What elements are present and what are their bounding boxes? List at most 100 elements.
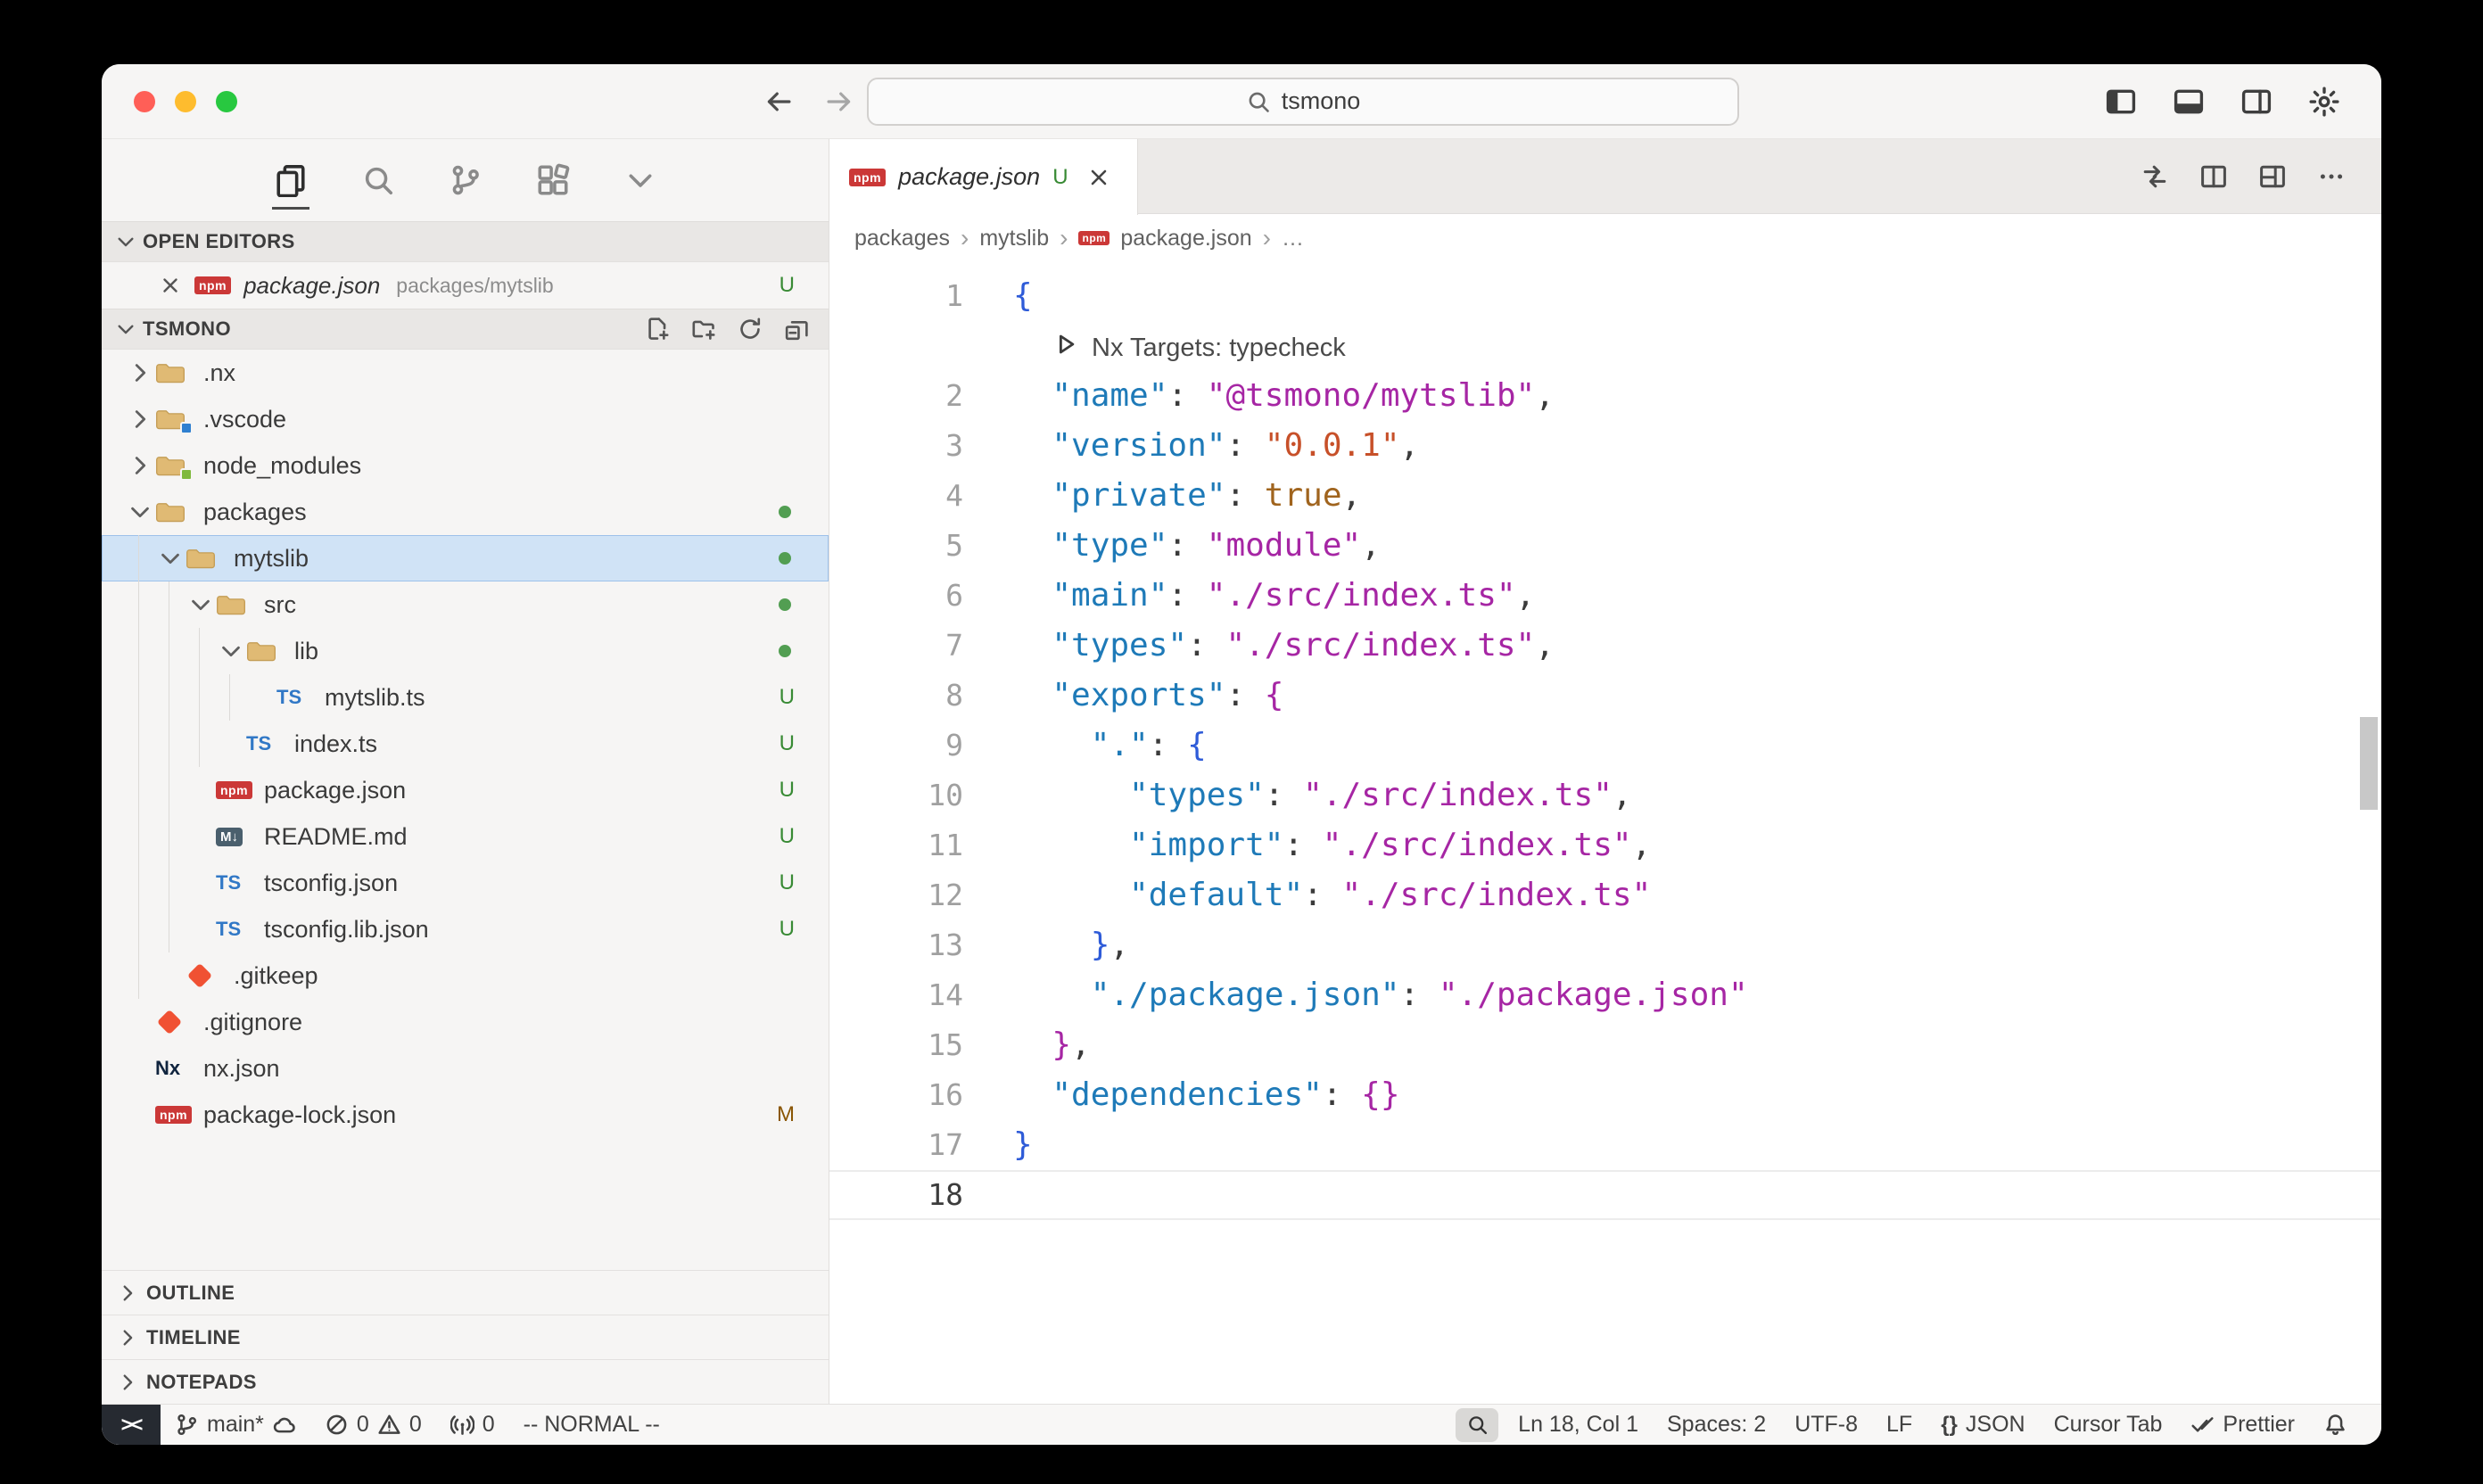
forward-button[interactable] xyxy=(824,87,854,117)
chevron-down-icon[interactable] xyxy=(155,545,186,572)
activity-more[interactable] xyxy=(618,158,663,202)
tree-item-.gitignore[interactable]: .gitignore xyxy=(102,999,829,1045)
activity-search[interactable] xyxy=(356,158,400,202)
close-tab-icon[interactable] xyxy=(1086,165,1111,190)
tree-item-tsconfig.lib.json[interactable]: TStsconfig.lib.jsonU xyxy=(102,906,829,952)
split-editor-icon[interactable] xyxy=(2199,162,2228,191)
ports-indicator[interactable]: 0 xyxy=(436,1405,509,1445)
minimize-window-button[interactable] xyxy=(175,91,196,112)
scrollbar-thumb[interactable] xyxy=(2360,717,2378,810)
tree-item-package-lock.json[interactable]: npmpackage-lock.jsonM xyxy=(102,1092,829,1138)
remote-indicator[interactable]: >< xyxy=(102,1405,161,1445)
new-folder-icon[interactable] xyxy=(691,317,716,342)
eol[interactable]: LF xyxy=(1872,1405,1926,1445)
chevron-down-icon[interactable] xyxy=(186,591,216,618)
chevron-right-icon[interactable] xyxy=(125,452,155,479)
code-token: { xyxy=(1013,277,1033,314)
tree-item-mytslib[interactable]: mytslib xyxy=(102,535,829,581)
tree-item-README.md[interactable]: M↓README.mdU xyxy=(102,813,829,860)
breadcrumb-item[interactable]: packages xyxy=(854,226,950,251)
toggle-secondary-sidebar-icon[interactable] xyxy=(2240,86,2273,118)
run-target-icon[interactable] xyxy=(1052,331,1079,358)
code-token: "dependencies" xyxy=(1052,1076,1322,1113)
workspace-header[interactable]: TSMONO xyxy=(102,309,829,350)
workspace-title: TSMONO xyxy=(143,317,231,341)
collapse-all-icon[interactable] xyxy=(784,317,809,342)
indent-guide xyxy=(186,674,216,721)
npm-icon: npm xyxy=(216,775,257,805)
port-count: 0 xyxy=(483,1412,495,1438)
status-bar: >< main* 0 0 0 -- NORMAL -- Ln 18, Col 1… xyxy=(102,1404,2381,1445)
tree-item-packages[interactable]: packages xyxy=(102,489,829,535)
open-editor-item[interactable]: npm package.json packages/mytslib U xyxy=(102,262,829,309)
tab-package-json[interactable]: npm package.json U xyxy=(829,139,1138,215)
code-token: "./src/index.ts" xyxy=(1207,577,1516,614)
open-editors-title: OPEN EDITORS xyxy=(143,230,295,253)
breadcrumb-item[interactable]: package.json xyxy=(1120,226,1251,251)
zoom-window-button[interactable] xyxy=(216,91,237,112)
tree-item-lib[interactable]: lib xyxy=(102,628,829,674)
activity-explorer[interactable] xyxy=(268,158,313,202)
activity-source-control[interactable] xyxy=(443,158,488,202)
formatter-indicator[interactable]: Prettier xyxy=(2176,1405,2309,1445)
cursor-tab-indicator[interactable]: Cursor Tab xyxy=(2040,1405,2177,1445)
panel-notepads[interactable]: NOTEPADS xyxy=(102,1359,829,1404)
code-editor[interactable]: 1{Nx Targets: typecheck2 "name": "@tsmon… xyxy=(829,262,2381,1404)
tree-item-package.json[interactable]: npmpackage.jsonU xyxy=(102,767,829,813)
command-center-search[interactable]: tsmono xyxy=(867,78,1739,126)
code-token xyxy=(1013,427,1052,464)
close-editor-icon[interactable] xyxy=(159,274,182,297)
code-token xyxy=(1013,1026,1052,1063)
chevron-down-icon[interactable] xyxy=(125,499,155,525)
cursor-position[interactable]: Ln 18, Col 1 xyxy=(1504,1405,1653,1445)
language-mode[interactable]: {} JSON xyxy=(1926,1405,2039,1445)
zoom-indicator[interactable] xyxy=(1456,1408,1498,1442)
problems-indicator[interactable]: 0 0 xyxy=(310,1405,436,1445)
activity-extensions[interactable] xyxy=(531,158,575,202)
chevron-right-icon[interactable] xyxy=(125,406,155,433)
search-icon xyxy=(361,163,395,197)
git-status-badge: U xyxy=(780,273,829,298)
panel-timeline[interactable]: TIMELINE xyxy=(102,1315,829,1359)
tree-item-mytslib.ts[interactable]: TSmytslib.tsU xyxy=(102,674,829,721)
indentation[interactable]: Spaces: 2 xyxy=(1653,1405,1780,1445)
panel-label: OUTLINE xyxy=(146,1282,235,1305)
refresh-icon[interactable] xyxy=(738,317,763,342)
new-file-icon[interactable] xyxy=(645,317,670,342)
compare-icon[interactable] xyxy=(2141,162,2169,191)
line-number: 13 xyxy=(829,920,963,970)
tree-item-nx.json[interactable]: Nxnx.json xyxy=(102,1045,829,1092)
tree-item-label: mytslib xyxy=(234,545,309,573)
more-actions-icon[interactable] xyxy=(2317,162,2346,191)
chevron-right-icon xyxy=(116,1326,139,1349)
tree-item-tsconfig.json[interactable]: TStsconfig.jsonU xyxy=(102,860,829,906)
code-token: { xyxy=(1265,677,1284,713)
encoding[interactable]: UTF-8 xyxy=(1780,1405,1872,1445)
close-window-button[interactable] xyxy=(134,91,155,112)
open-editors-header[interactable]: OPEN EDITORS xyxy=(102,221,829,262)
tree-item-index.ts[interactable]: TSindex.tsU xyxy=(102,721,829,767)
back-button[interactable] xyxy=(763,87,794,117)
settings-gear-icon[interactable] xyxy=(2308,86,2340,118)
folder-node-icon xyxy=(155,450,196,481)
editor-layout-icon[interactable] xyxy=(2258,162,2287,191)
branch-indicator[interactable]: main* xyxy=(161,1405,310,1445)
tree-item-.vscode[interactable]: .vscode xyxy=(102,396,829,442)
tree-item-src[interactable]: src xyxy=(102,581,829,628)
panel-label: TIMELINE xyxy=(146,1326,241,1349)
codelens-label[interactable]: Nx Targets: typecheck xyxy=(1092,334,1346,362)
breadcrumb-item[interactable]: mytslib xyxy=(979,226,1049,251)
chevron-down-icon[interactable] xyxy=(216,638,246,664)
editor-area: npm package.json U packages › mytslib › … xyxy=(829,139,2381,1404)
notifications[interactable] xyxy=(2309,1405,2362,1445)
tree-item-node_modules[interactable]: node_modules xyxy=(102,442,829,489)
tree-item-.nx[interactable]: .nx xyxy=(102,350,829,396)
toggle-panel-icon[interactable] xyxy=(2173,86,2205,118)
chevron-right-icon[interactable] xyxy=(125,359,155,386)
toggle-primary-sidebar-icon[interactable] xyxy=(2105,86,2137,118)
panel-outline[interactable]: OUTLINE xyxy=(102,1270,829,1315)
code-token: , xyxy=(1342,477,1362,514)
breadcrumb-item[interactable]: … xyxy=(1282,226,1304,251)
code-token: } xyxy=(1013,1126,1033,1163)
tree-item-.gitkeep[interactable]: .gitkeep xyxy=(102,952,829,999)
